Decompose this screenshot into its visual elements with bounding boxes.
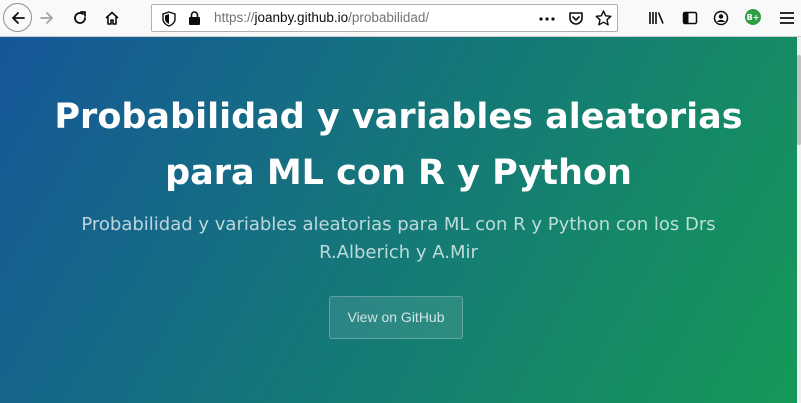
url-scheme: https:// (214, 10, 255, 25)
url-path: /probabilidad/ (348, 10, 430, 25)
account-button[interactable] (706, 3, 736, 33)
library-button[interactable] (642, 3, 672, 33)
account-icon (713, 10, 729, 26)
bookmark-star-icon[interactable] (595, 10, 612, 26)
url-bar[interactable]: https://joanby.github.io/probabilidad/ (151, 4, 618, 32)
page-scrollbar[interactable] (797, 37, 801, 403)
menu-button[interactable] (772, 3, 801, 33)
scrollbar-thumb[interactable] (797, 55, 801, 145)
view-on-github-button[interactable]: View on GitHub (329, 296, 463, 339)
page-header: Probabilidad y variables aleatorias para… (0, 37, 797, 403)
project-tagline: Probabilidad y variables aleatorias para… (81, 214, 716, 263)
home-button[interactable] (97, 3, 127, 33)
pocket-icon[interactable] (568, 10, 584, 26)
forward-arrow-icon (40, 12, 53, 24)
page-actions-ellipsis-icon[interactable] (539, 17, 555, 21)
lock-icon[interactable] (188, 11, 201, 26)
sidebar-icon (682, 11, 698, 25)
sidebar-button[interactable] (675, 3, 705, 33)
library-icon (649, 12, 664, 24)
forward-button[interactable] (32, 3, 62, 33)
hamburger-menu-icon (780, 12, 794, 24)
reload-icon (74, 11, 86, 24)
tracking-protection-shield-icon[interactable] (162, 11, 176, 27)
url-text[interactable]: https://joanby.github.io/probabilidad/ (214, 10, 429, 25)
browser-toolbar: https://joanby.github.io/probabilidad/ B… (0, 0, 801, 37)
url-host: joanby.github.io (254, 10, 349, 25)
extension-badge[interactable]: B+ (745, 9, 761, 25)
home-icon (105, 11, 119, 25)
project-title: Probabilidad y variables aleatorias para… (54, 97, 743, 193)
back-button[interactable] (3, 3, 32, 32)
reload-button[interactable] (65, 3, 95, 33)
back-arrow-icon (11, 11, 25, 24)
